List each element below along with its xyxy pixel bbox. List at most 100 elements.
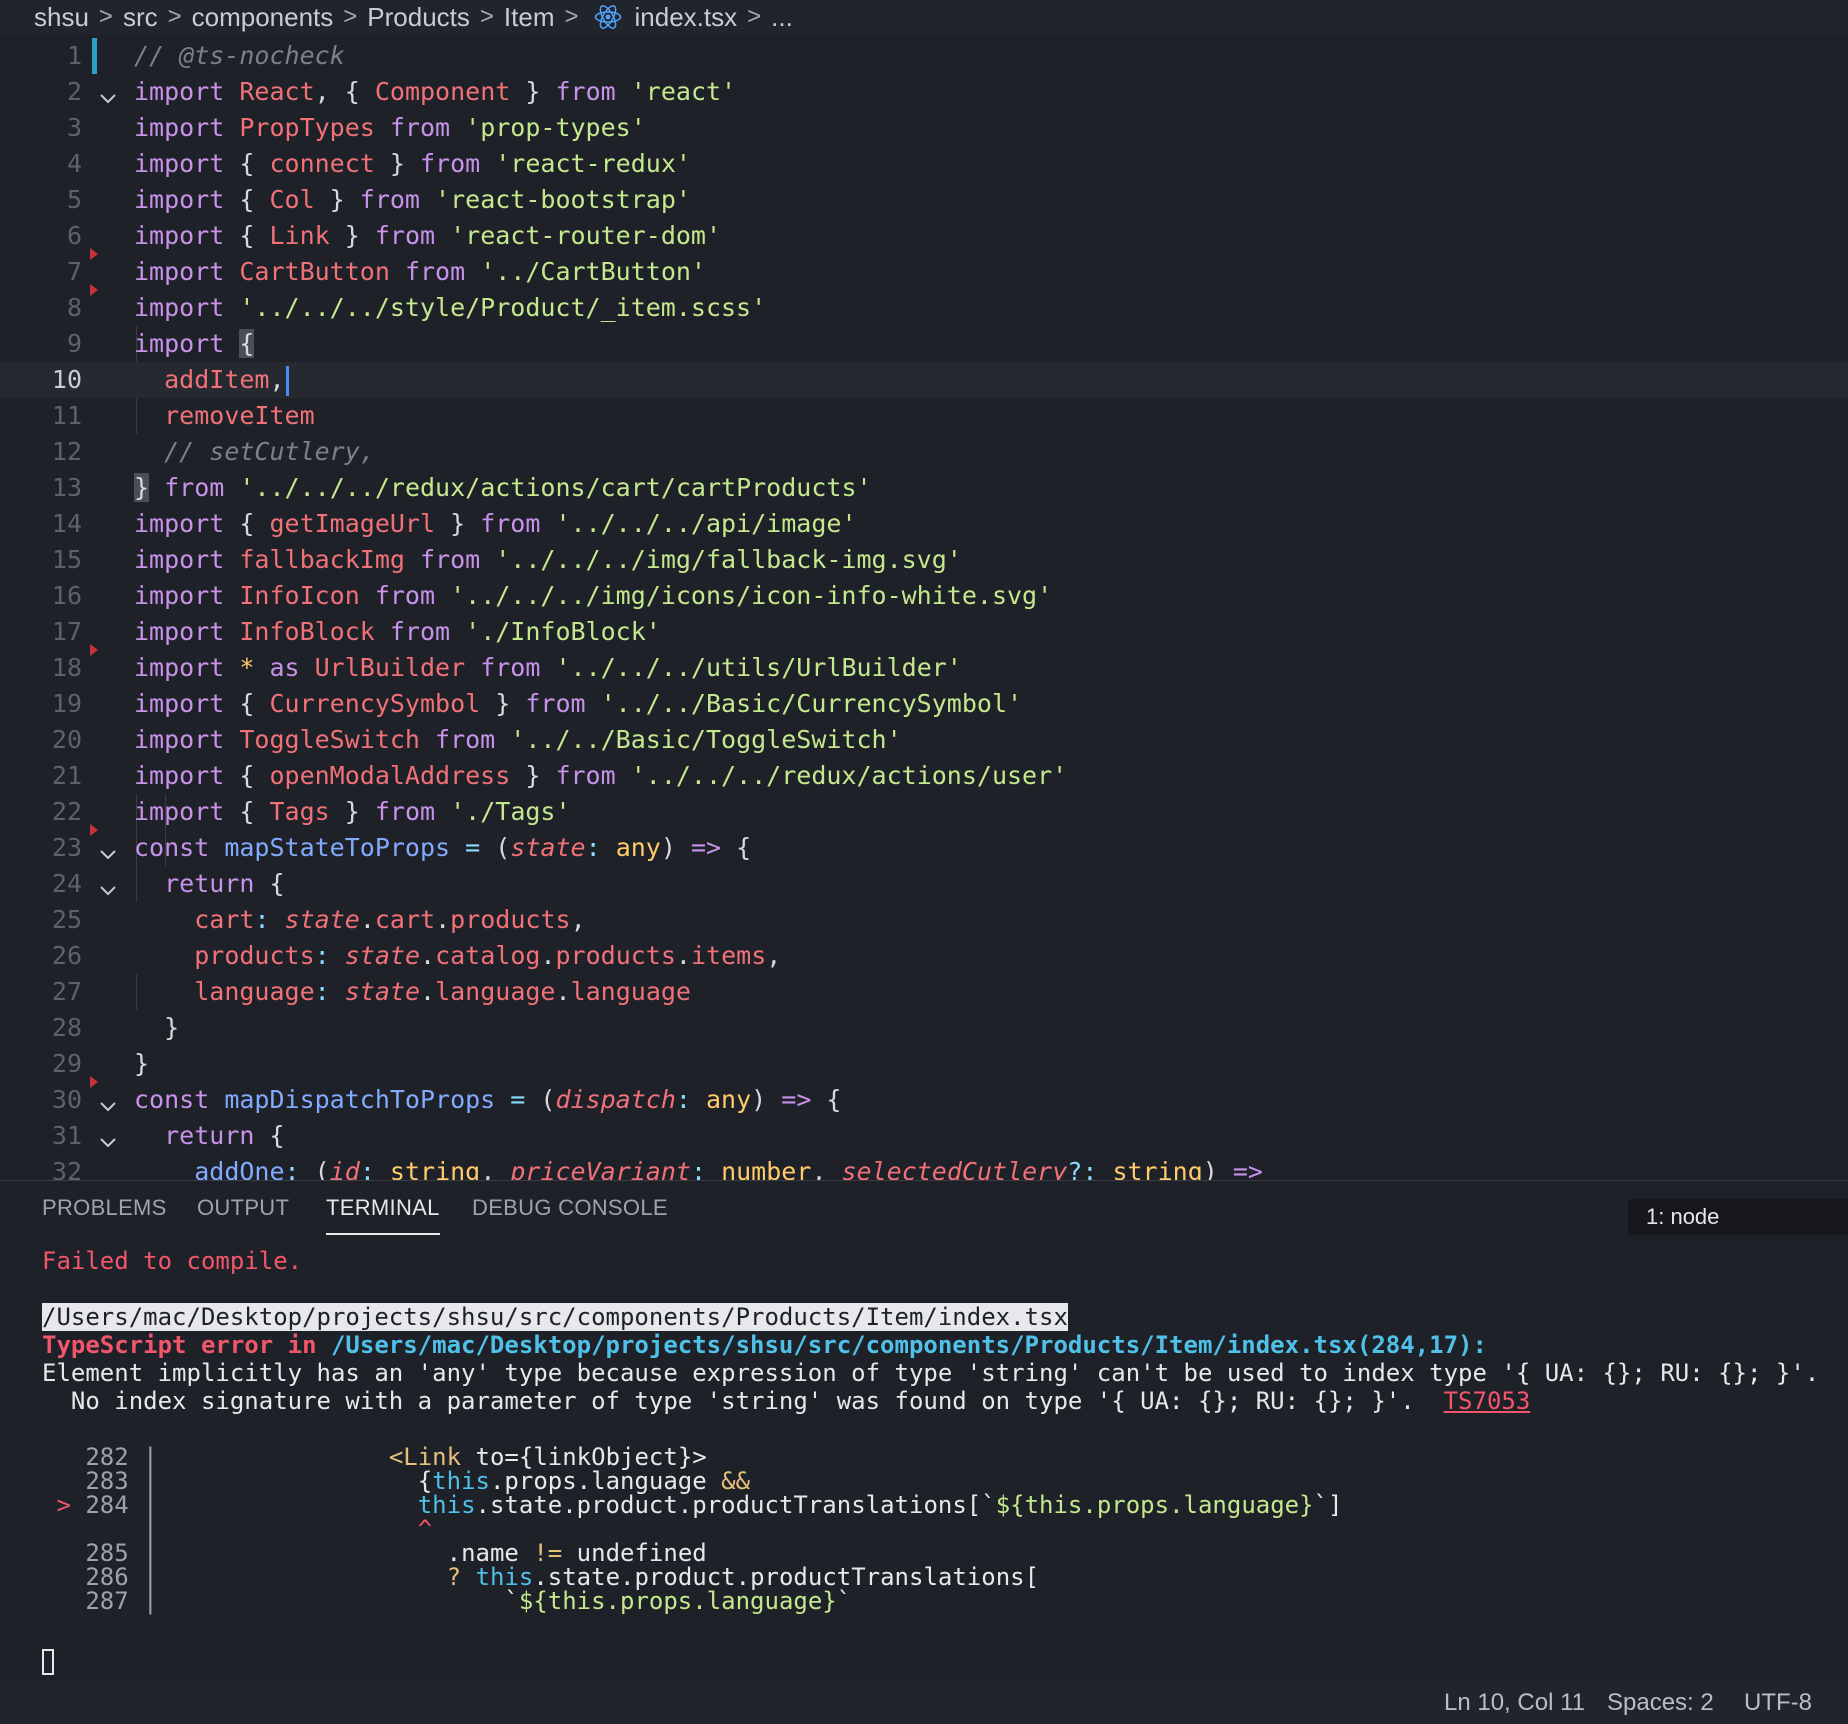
chevron-down-icon[interactable] [98,838,118,860]
encoding[interactable]: UTF-8 [1744,1689,1812,1717]
code-text: import React, { Component } from 'react' [134,74,736,110]
code-token: state [344,977,421,1006]
code-text: addOne: (id: string, priceVariant: numbe… [134,1154,1263,1180]
error-path[interactable]: /Users/mac/Desktop/projects/shsu/src/com… [331,1331,1487,1359]
code-token: ) [1202,1157,1233,1180]
code-line[interactable]: 16 import InfoIcon from '../../../img/ico… [0,578,1848,614]
file-path-highlight: /Users/mac/Desktop/projects/shsu/src/com… [42,1303,1068,1331]
terminal-select[interactable]: 1: node [1628,1199,1848,1235]
code-line[interactable]: 2 import React, { Component } from 'react… [0,74,1848,110]
code-editor[interactable]: 1 // @ts-nocheck 2 import React, { Componen… [0,38,1848,1180]
code-line[interactable]: 4 import { connect } from 'react-redux' [0,146,1848,182]
code-line[interactable]: 13} from '../../../redux/actions/cart/ca… [0,470,1848,506]
code-token: '../CartButton' [480,257,706,286]
error-code-link[interactable]: TS7053 [1444,1387,1531,1415]
code-line[interactable]: 27 language: state.language.language [0,974,1848,1010]
code-line[interactable]: 24 return { [0,866,1848,902]
code-line[interactable]: 28 } [0,1010,1848,1046]
tab-terminal[interactable]: TERMINAL [326,1195,440,1235]
code-line[interactable]: 30 const mapDispatchToProps = (dispatch: … [0,1082,1848,1118]
breadcrumb-item-shsu[interactable]: shsu [34,2,89,33]
code-text: import { getImageUrl } from '../../../ap… [134,506,857,542]
code-text: import { openModalAddress } from '../../… [134,758,1067,794]
code-line[interactable]: 5 import { Col } from 'react-bootstrap' [0,182,1848,218]
code-token: : [284,1157,315,1180]
code-line[interactable]: 10 addItem, [0,362,1848,398]
line-number: 16 [51,581,82,610]
code-token: return [164,869,270,898]
code-line[interactable]: 19 import { CurrencySymbol } from '../../… [0,686,1848,722]
line-number: 21 [51,761,82,790]
code-line[interactable]: 1 // @ts-nocheck [0,38,1848,74]
code-token: import [134,257,240,286]
chevron-down-icon[interactable] [98,1090,118,1112]
code-line[interactable]: 18 import * as UrlBuilder from '../../../… [0,650,1848,686]
code-line[interactable]: 23 const mapStateToProps = (state: any) =… [0,830,1848,866]
indentation[interactable]: Spaces: 2 [1607,1689,1714,1717]
breadcrumb-item-components[interactable]: components [192,2,334,33]
code-token: : [675,1085,706,1114]
chevron-down-icon[interactable] [98,1126,118,1148]
code-line[interactable]: 9 import { [0,326,1848,362]
code-token: . [675,941,691,970]
breadcrumb-item-products[interactable]: Products [367,2,470,33]
snippet-line-number: 287 [85,1587,129,1615]
tab-output[interactable]: OUTPUT [197,1195,289,1233]
code-line[interactable]: 21 import { openModalAddress } from '../.… [0,758,1848,794]
code-line[interactable]: 6 import { Link } from 'react-router-dom' [0,218,1848,254]
code-token: , [480,1157,511,1180]
code-token: const [134,1085,225,1114]
cursor-position[interactable]: Ln 10, Col 11 [1444,1689,1585,1717]
breadcrumb-item-item[interactable]: Item [504,2,555,33]
code-token: items [690,941,767,970]
code-line[interactable]: 14 import { getImageUrl } from '../../../… [0,506,1848,542]
code-token: } [134,1049,150,1078]
chevron-right-icon: > [564,3,579,30]
code-line[interactable]: 8 import '../../../style/Product/_item.sc… [0,290,1848,326]
breadcrumb-item-src[interactable]: src [123,2,158,33]
code-text: import fallbackImg from '../../../img/fa… [134,542,962,578]
code-line[interactable]: 26 products: state.catalog.products.item… [0,938,1848,974]
code-token: import [134,725,240,754]
code-line[interactable]: 11 removeItem [0,398,1848,434]
code-token: . [420,941,436,970]
code-token: : [690,1157,722,1180]
chevron-down-icon[interactable] [98,82,118,104]
code-line[interactable]: 31 return { [0,1118,1848,1154]
line-number: 10 [51,365,82,394]
code-token: : [314,941,345,970]
code-line[interactable]: 15 import fallbackImg from '../../../img/… [0,542,1848,578]
breadcrumb-item-file[interactable]: index.tsx [635,2,738,33]
code-line[interactable]: 12 // setCutlery, [0,434,1848,470]
tab-debug-console[interactable]: DEBUG CONSOLE [472,1195,668,1233]
code-token: } [314,185,360,214]
code-line[interactable]: 25 cart: state.cart.products, [0,902,1848,938]
code-token: import [134,113,240,142]
code-line[interactable]: 20 import ToggleSwitch from '../../Basic/… [0,722,1848,758]
code-line[interactable]: 32 addOne: (id: string, priceVariant: nu… [0,1154,1848,1180]
code-line[interactable]: 3 import PropTypes from 'prop-types' [0,110,1848,146]
breadcrumb-item-more[interactable]: ... [771,2,793,33]
code-text: import { Tags } from './Tags' [134,794,571,830]
code-token: fallbackImg [239,545,420,574]
code-token: getImageUrl [269,509,436,538]
code-line[interactable]: 7 import CartButton from '../CartButton' [0,254,1848,290]
code-line[interactable]: 29} [0,1046,1848,1082]
error-detail-text: No index signature with a parameter of t… [42,1387,1415,1415]
code-token: { [736,833,752,862]
code-token: products [194,941,315,970]
code-text: import * as UrlBuilder from '../../../ut… [134,650,962,686]
code-line[interactable]: 22 import { Tags } from './Tags' [0,794,1848,830]
code-token: : [359,1157,390,1180]
code-token: addOne [194,1157,285,1180]
code-token: import [134,149,240,178]
code-text: import { Link } from 'react-router-dom' [134,218,721,254]
code-token: from [525,689,601,718]
chevron-right-icon: > [98,3,113,30]
code-text: import CartButton from '../CartButton' [134,254,706,290]
chevron-down-icon[interactable] [98,874,118,896]
code-line[interactable]: 17 import InfoBlock from './InfoBlock' [0,614,1848,650]
code-token: '../../Basic/ToggleSwitch' [510,725,902,754]
tab-problems[interactable]: PROBLEMS [42,1195,167,1233]
